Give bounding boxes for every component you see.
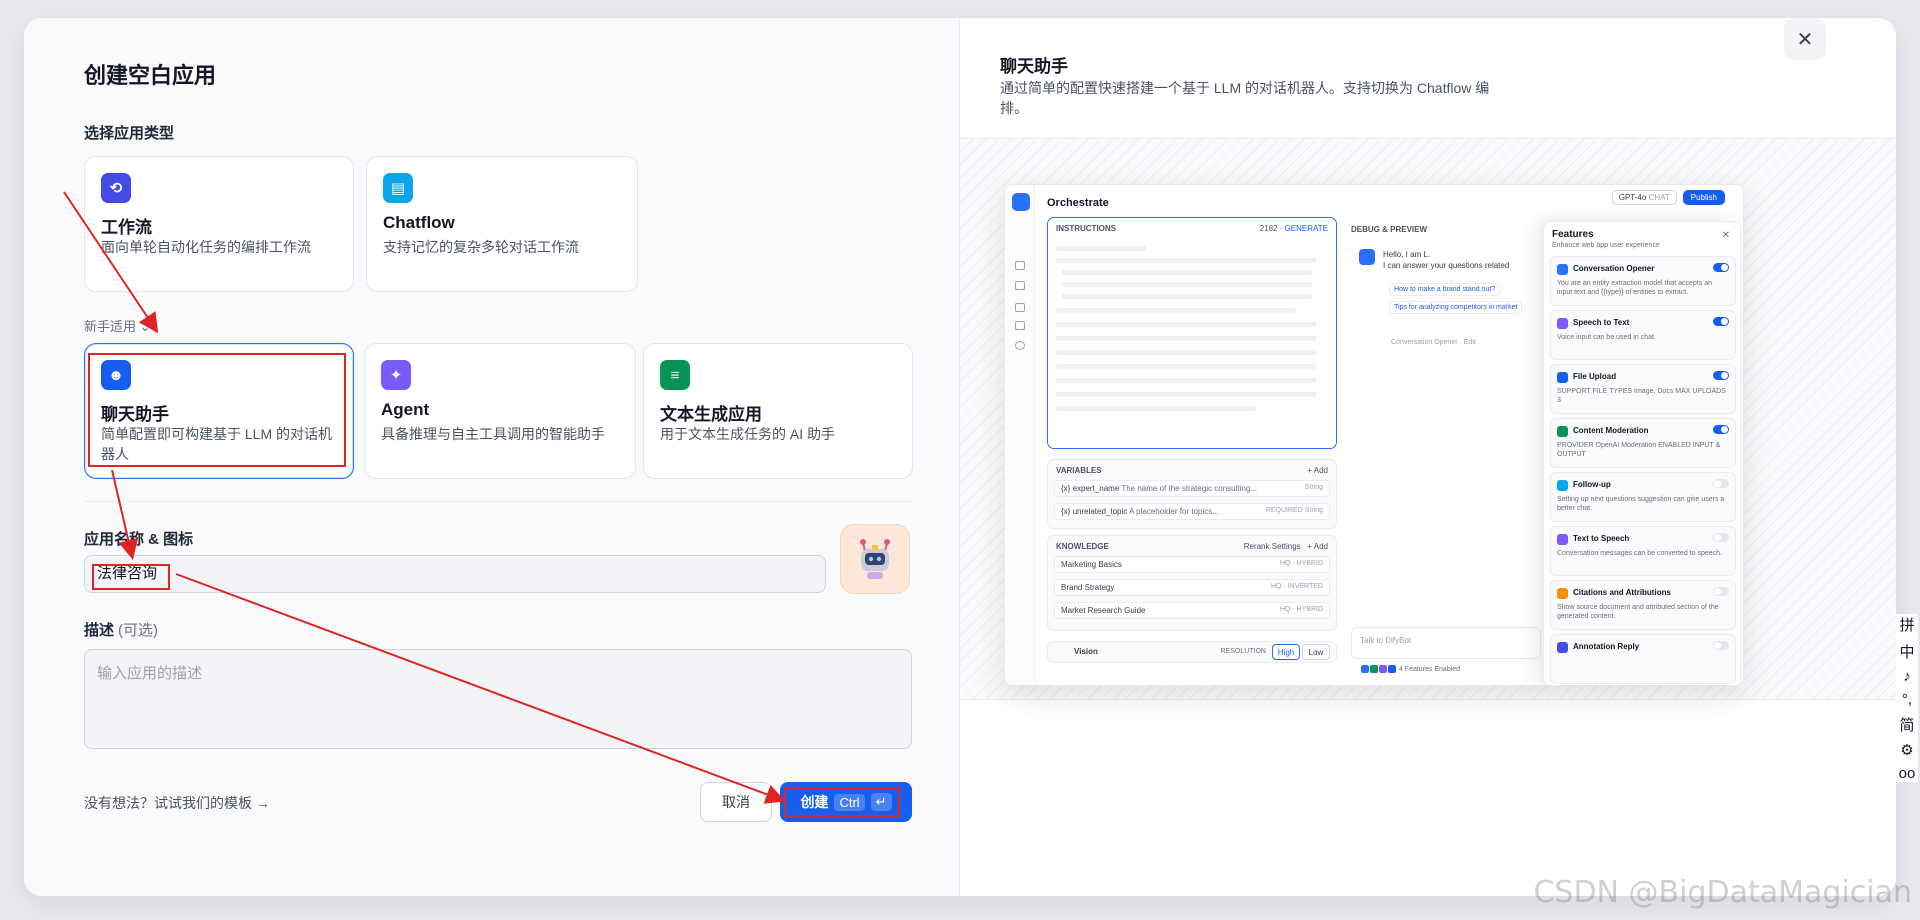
feature-item: Citations and Attributions Show source do… xyxy=(1550,580,1736,630)
feature-item: Follow-up Setting up next questions sugge… xyxy=(1550,472,1736,522)
app-type-card-workflow[interactable]: ⟲ 工作流 面向单轮自动化任务的编排工作流 xyxy=(84,156,354,292)
monitor-icon xyxy=(1015,341,1025,350)
app-type-card-chatflow[interactable]: ▤ Chatflow 支持记忆的复杂多轮对话工作流 xyxy=(366,156,638,292)
robot-avatar-icon xyxy=(860,539,890,579)
description-label: 描述 (可选) xyxy=(84,622,159,639)
instructions-meta: 2182 · GENERATE xyxy=(1259,224,1328,233)
chatflow-icon: ▤ xyxy=(383,173,413,203)
beginner-label: 新手适用 ⌄ xyxy=(84,319,151,334)
bot-icon xyxy=(1012,193,1030,211)
card-description: 面向单轮自动化任务的编排工作流 xyxy=(101,239,311,255)
features-panel: Features Enhance web app user experience… xyxy=(1543,221,1741,685)
chat-input: Talk to DifyBot xyxy=(1351,627,1541,659)
card-title: 文本生成应用 xyxy=(660,405,762,424)
ime-moon-icon[interactable]: ♪ xyxy=(1903,668,1911,685)
ime-chinese[interactable]: 中 xyxy=(1899,641,1914,662)
knowledge-row: Market Research Guide HQ · HYBRID xyxy=(1054,602,1330,619)
text-generation-icon: ≡ xyxy=(660,360,690,390)
app-type-card-text-generation[interactable]: ≡ 文本生成应用 用于文本生成任务的 AI 助手 xyxy=(643,343,913,479)
feature-item: Conversation Opener You are an entity ext… xyxy=(1550,256,1736,306)
debug-preview-label: DEBUG & PREVIEW xyxy=(1351,225,1428,234)
divider xyxy=(84,501,912,502)
app-icon-picker[interactable] xyxy=(840,524,910,594)
feature-item: File Upload SUPPORT FILE TYPES Image, Doc… xyxy=(1550,364,1736,414)
knowledge-row: Brand Strategy HQ · INVERTED xyxy=(1054,579,1330,596)
feature-item: Content Moderation PROVIDER OpenAI Modera… xyxy=(1550,418,1736,468)
chat-avatar xyxy=(1359,249,1375,265)
publish-button: Publish xyxy=(1682,190,1725,205)
watermark: CSDN @BigDataMagician xyxy=(1533,875,1912,910)
conversation-opener-note: Conversation Opener · Edit xyxy=(1391,339,1476,346)
feature-item: Speech to Text Voice input can be used in… xyxy=(1550,310,1736,360)
agent-icon: ✦ xyxy=(381,360,411,390)
app-name-input[interactable]: 法律咨询 xyxy=(84,555,826,593)
close-icon: ✕ xyxy=(1721,230,1730,241)
orchestrate-heading: Orchestrate xyxy=(1047,197,1109,209)
instructions-label: INSTRUCTIONS xyxy=(1056,224,1116,233)
ime-more[interactable]: oo xyxy=(1899,765,1916,782)
chevron-down-icon: ⌄ xyxy=(139,319,151,334)
variable-row: {x} expert_name The name of the strategi… xyxy=(1054,480,1330,497)
modal-title: 创建空白应用 xyxy=(84,63,217,88)
suggestion-chip: Tips for analyzing competitors in market xyxy=(1389,301,1523,314)
model-selector: GPT-4o CHAT xyxy=(1611,190,1677,205)
preview-description: 通过简单的配置快速搭建一个基于 LLM 的对话机器人。支持切换为 Chatflo… xyxy=(1000,80,1490,116)
close-button[interactable]: ✕ xyxy=(1784,18,1826,60)
suggestion-chip: How to make a brand stand out? xyxy=(1389,283,1501,296)
annotation-box-name xyxy=(92,564,170,590)
cancel-button[interactable]: 取消 xyxy=(700,782,772,822)
annotations-icon xyxy=(1015,321,1025,330)
variables-panel: VARIABLES + Add {x} expert_name The name… xyxy=(1047,459,1337,529)
card-description: 支持记忆的复杂多轮对话工作流 xyxy=(383,239,579,255)
orchestrate-icon xyxy=(1015,261,1025,270)
card-title: Chatflow xyxy=(383,213,455,232)
preview-sidebar xyxy=(1005,185,1035,685)
annotation-box-chatbot xyxy=(88,353,346,467)
features-enabled: 4 Features Enabled xyxy=(1361,665,1460,673)
preview-title: 聊天助手 xyxy=(1000,57,1068,76)
knowledge-row: Marketing Basics HQ · HYBRID xyxy=(1054,556,1330,573)
description-input[interactable]: 输入应用的描述 xyxy=(84,649,912,749)
card-title: 工作流 xyxy=(101,218,152,237)
close-icon: ✕ xyxy=(1796,28,1814,51)
ime-pinyin[interactable]: 拼 xyxy=(1899,614,1914,635)
api-icon xyxy=(1015,281,1025,290)
card-description: 用于文本生成任务的 AI 助手 xyxy=(660,426,836,442)
select-type-label: 选择应用类型 xyxy=(84,125,175,142)
annotation-box-create xyxy=(784,787,900,817)
feature-item: Text to Speech Conversation messages can … xyxy=(1550,526,1736,576)
feature-item: Annotation Reply xyxy=(1550,634,1736,684)
logs-icon xyxy=(1015,303,1025,312)
chat-message: Hello, I am L. I can answer your questio… xyxy=(1383,250,1510,270)
template-link[interactable]: 没有想法？试试我们的模板 → xyxy=(84,793,270,813)
knowledge-panel: KNOWLEDGE Rerank Settings + Add Marketin… xyxy=(1047,535,1337,631)
card-title: Agent xyxy=(381,400,430,419)
card-description: 具备推理与自主工具调用的智能助手 xyxy=(381,426,605,442)
app-type-card-agent[interactable]: ✦ Agent 具备推理与自主工具调用的智能助手 xyxy=(364,343,636,479)
workflow-icon: ⟲ xyxy=(101,173,131,203)
app-name-label: 应用名称 & 图标 xyxy=(84,531,194,548)
vision-panel: Vision RESOLUTION High Low xyxy=(1047,641,1337,663)
ime-punctuation[interactable]: °, xyxy=(1902,691,1912,708)
preview-topbar: GPT-4o CHAT Publish xyxy=(1611,190,1725,205)
instructions-panel: INSTRUCTIONS 2182 · GENERATE xyxy=(1047,217,1337,449)
variable-row: {x} unrelated_topic A placeholder for to… xyxy=(1054,503,1330,520)
ime-simplified[interactable]: 简 xyxy=(1899,714,1914,735)
ime-toolbar[interactable]: 拼 中 ♪ °, 简 ⚙ oo xyxy=(1896,614,1918,782)
ime-settings-icon[interactable]: ⚙ xyxy=(1900,741,1913,759)
preview-screenshot: Orchestrate GPT-4o CHAT Publish INSTRUCT… xyxy=(1004,184,1744,686)
